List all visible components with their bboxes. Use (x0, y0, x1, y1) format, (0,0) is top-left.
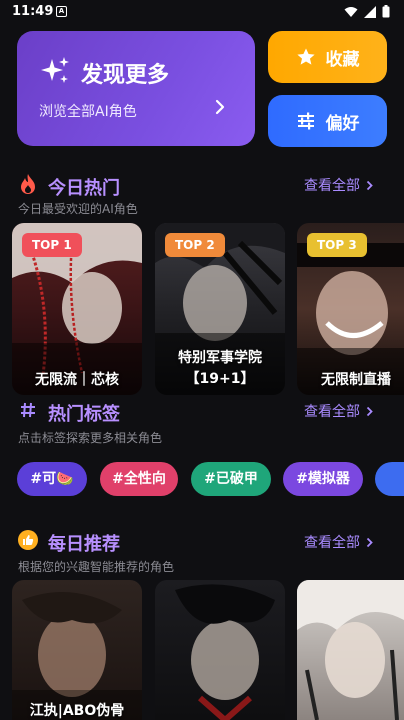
chevron-right-icon (215, 99, 225, 115)
hot-card-2[interactable]: TOP 2 特别军事学院 【19+1】 (155, 223, 285, 395)
see-all-label: 查看全部 (304, 404, 360, 420)
character-portrait (12, 580, 142, 720)
sparkle-icon (41, 57, 69, 83)
character-name: 江执|ABO伪骨 (29, 703, 125, 719)
discover-title: 发现更多 (81, 63, 170, 88)
recommend-section-title: 每日推荐 (48, 534, 120, 555)
favorites-button[interactable]: 收藏 (268, 31, 387, 83)
sliders-icon (297, 112, 314, 130)
recommend-card-1[interactable]: 江执|ABO伪骨 (12, 580, 142, 720)
discover-subtitle: 浏览全部AI角色 (39, 104, 137, 120)
rank-badge: TOP 2 (165, 233, 225, 257)
rank-badge: TOP 3 (307, 233, 367, 257)
hot-section-subtitle: 今日最受欢迎的AI角色 (18, 202, 138, 216)
chevron-right-icon (366, 537, 373, 547)
hashtag-icon (21, 402, 35, 418)
character-name: 无限流｜芯核 (35, 372, 119, 388)
hot-card-1[interactable]: TOP 1 无限流｜芯核 (12, 223, 142, 395)
preferences-button[interactable]: 偏好 (268, 95, 387, 147)
tag-chip[interactable]: #可🍉 (17, 462, 87, 496)
hot-card-3[interactable]: TOP 3 无限制直播 (297, 223, 404, 395)
fire-icon (21, 174, 35, 194)
notification-icon: A (56, 6, 67, 17)
tags-see-all-link[interactable]: 查看全部 (304, 401, 373, 421)
recommend-see-all-link[interactable]: 查看全部 (304, 532, 373, 552)
chevron-right-icon (366, 180, 373, 190)
tag-chip[interactable]: #全性向 (100, 462, 178, 496)
hot-see-all-link[interactable]: 查看全部 (304, 175, 373, 195)
recommend-card-2[interactable] (155, 580, 285, 720)
hot-section-title: 今日热门 (48, 178, 120, 199)
star-icon (296, 48, 315, 65)
tags-section-subtitle: 点击标签探索更多相关角色 (18, 431, 163, 445)
thumbs-up-icon (18, 530, 38, 550)
tag-chip[interactable]: #已破甲 (191, 462, 271, 496)
rank-badge: TOP 1 (22, 233, 82, 257)
status-icons (344, 5, 390, 18)
see-all-label: 查看全部 (304, 535, 360, 551)
status-bar: 11:49 A (0, 0, 404, 24)
character-portrait (155, 580, 285, 720)
recommend-card-3[interactable] (297, 580, 404, 720)
recommend-section-subtitle: 根据您的兴趣智能推荐的角色 (18, 560, 175, 574)
character-name: 无限制直播 (321, 372, 391, 388)
chevron-right-icon (366, 406, 373, 416)
favorites-label: 收藏 (325, 49, 360, 70)
see-all-label: 查看全部 (304, 178, 360, 194)
character-name-line-1: 特别军事学院 (178, 350, 262, 366)
character-portrait (297, 580, 404, 720)
discover-more-card[interactable]: 发现更多 浏览全部AI角色 (17, 31, 255, 146)
tag-chip[interactable]: #模拟器 (283, 462, 363, 496)
tag-chip-partial[interactable] (375, 462, 404, 496)
wifi-icon (344, 6, 358, 17)
status-time: 11:49 (12, 4, 54, 19)
battery-icon (382, 5, 390, 18)
preferences-label: 偏好 (325, 113, 360, 134)
character-name-line-2: 【19+1】 (185, 371, 255, 387)
tags-section-title: 热门标签 (48, 404, 120, 425)
signal-icon (364, 5, 376, 18)
